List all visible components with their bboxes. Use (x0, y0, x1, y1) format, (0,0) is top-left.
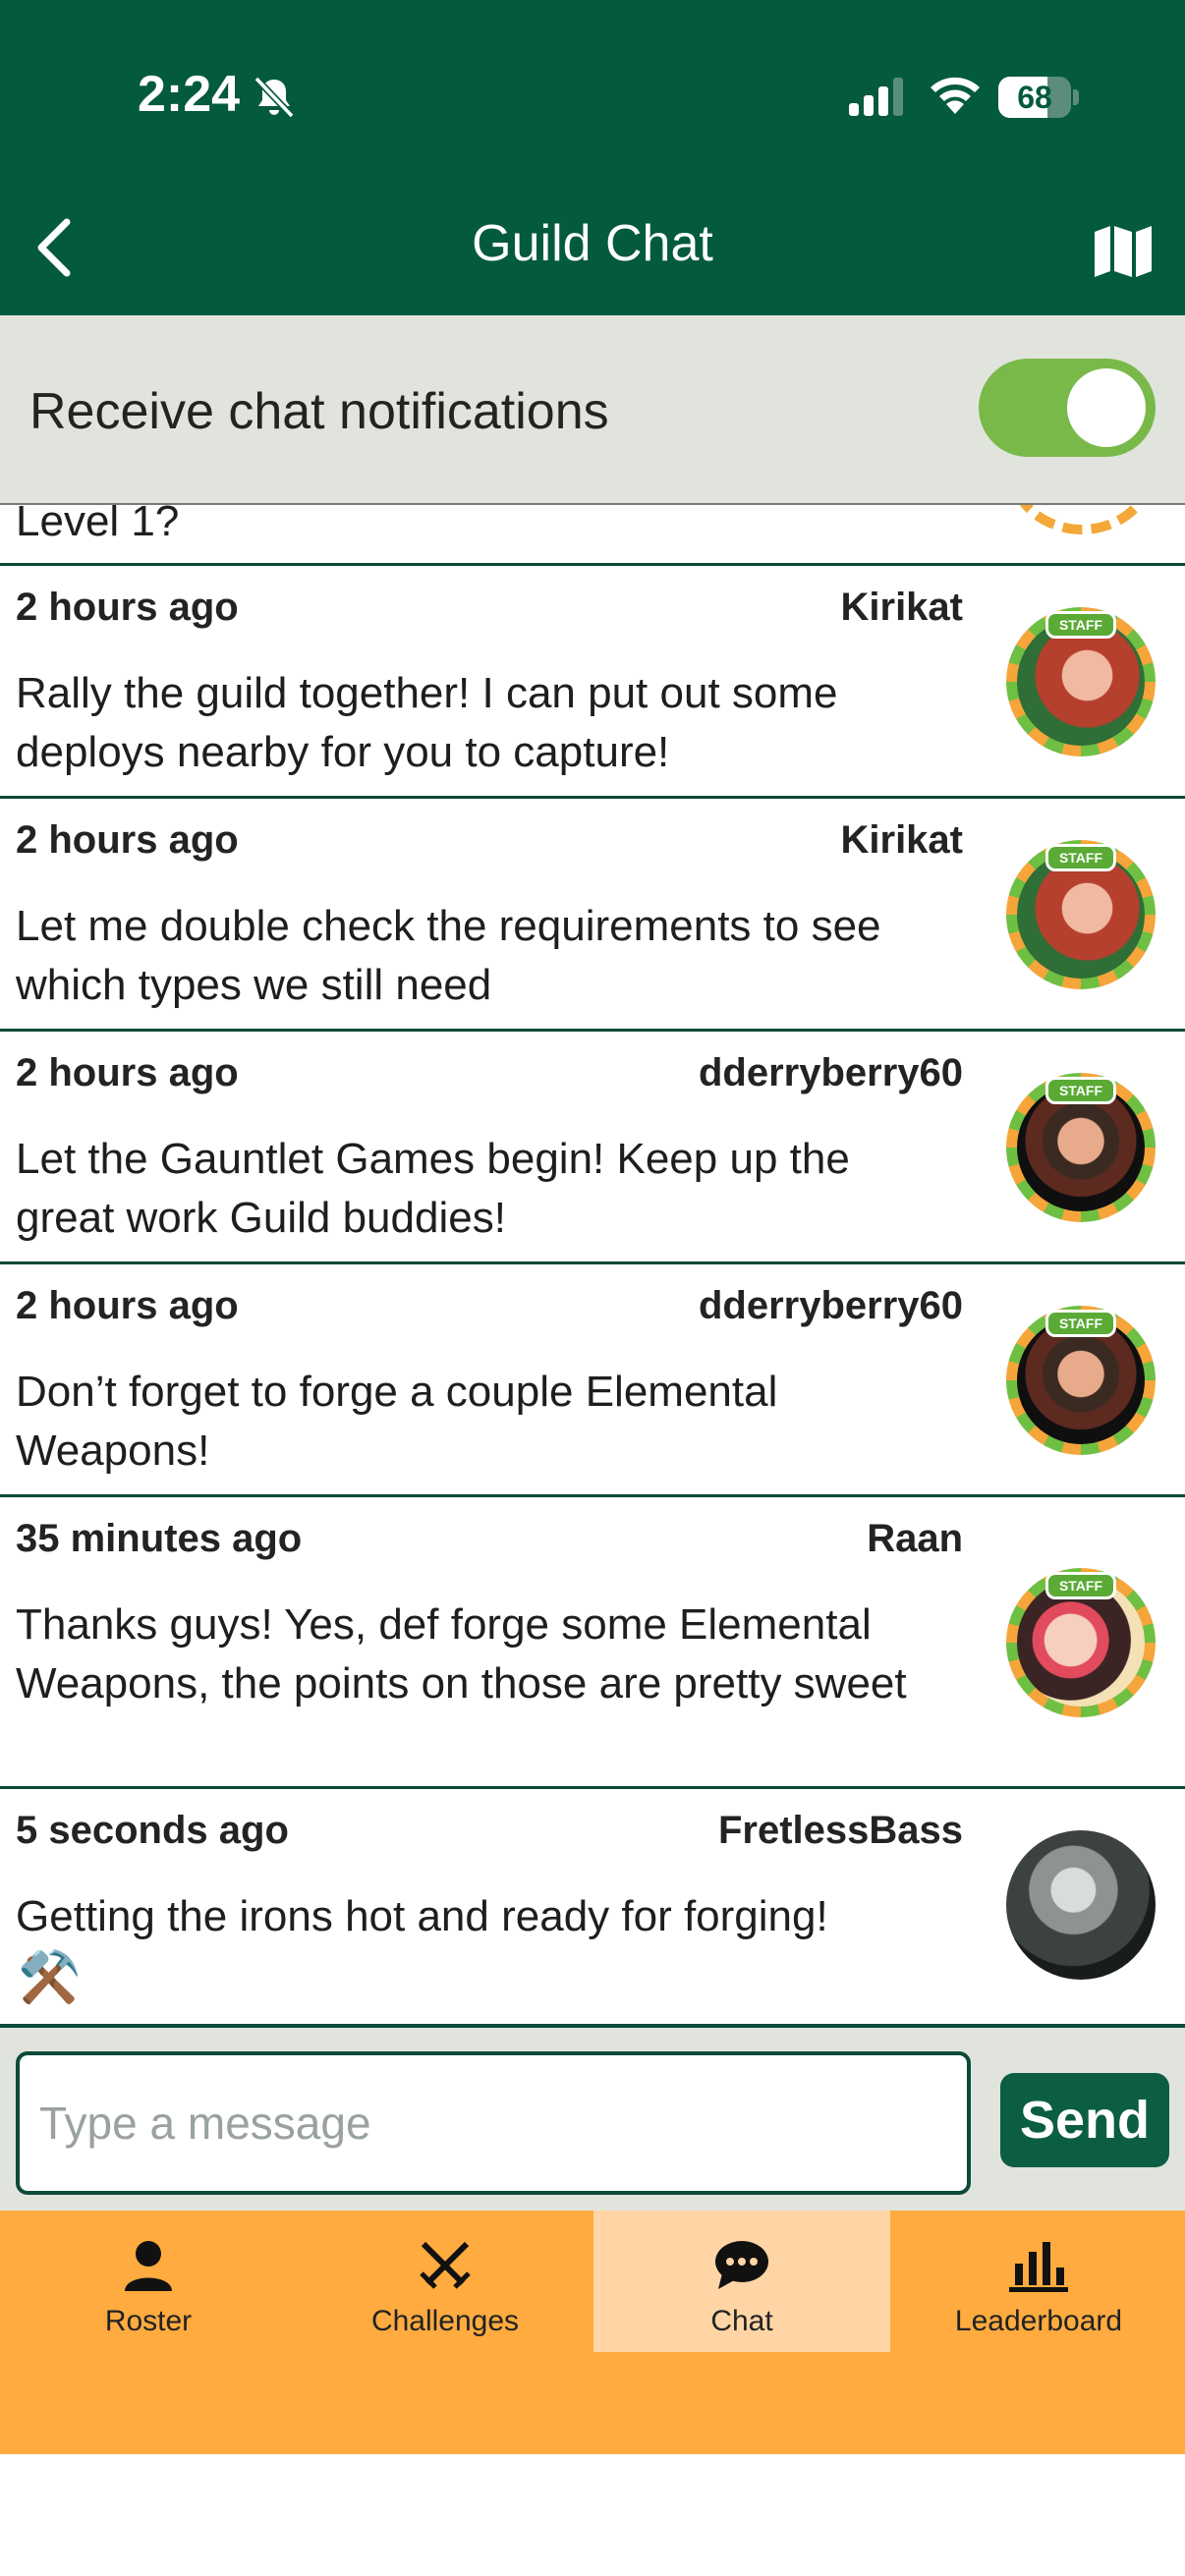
chat-message: 2 hours ago dderryberry60 Don’t forget t… (0, 1264, 1185, 1497)
staff-badge: STAFF (1045, 1310, 1116, 1337)
battery-indicator: 68 (998, 77, 1079, 118)
message-username[interactable]: Raan (867, 1517, 963, 1561)
message-timestamp: 2 hours ago (16, 1051, 239, 1094)
staff-badge: STAFF (1045, 1572, 1116, 1599)
list-item: Level 1? (0, 505, 1185, 566)
chat-bubble-icon (715, 2241, 768, 2289)
avatar[interactable]: STAFF (1006, 1306, 1156, 1455)
battery-percent: 68 (1017, 80, 1052, 115)
home-indicator-area (0, 2454, 1185, 2576)
chat-message: 5 seconds ago FretlessBass Getting the i… (0, 1789, 1185, 2024)
hammer-pick-icon: ⚒️ (18, 1949, 82, 2006)
tab-label: Chat (710, 2305, 773, 2337)
tab-label: Roster (104, 2305, 193, 2337)
chat-message: 2 hours ago Kirikat Rally the guild toge… (0, 566, 1185, 799)
avatar (1008, 505, 1156, 534)
wifi-icon (931, 77, 980, 114)
message-username[interactable]: FretlessBass (718, 1809, 963, 1853)
message-text: Thanks guys! Yes, def forge some Element… (16, 1600, 907, 1708)
chat-message: 35 minutes ago Raan Thanks guys! Yes, de… (0, 1497, 1185, 1789)
bottom-tab-bar: Roster Challenges Chat Leaderboard (0, 2211, 1185, 2454)
avatar[interactable]: STAFF (1006, 840, 1156, 989)
message-timestamp: 2 hours ago (16, 1284, 239, 1327)
message-text: Level 1? (16, 505, 180, 545)
staff-badge: STAFF (1045, 1077, 1116, 1104)
send-button[interactable]: Send (1000, 2073, 1169, 2167)
message-composer: Send (0, 2024, 1185, 2211)
avatar[interactable]: STAFF (1006, 1073, 1156, 1222)
chat-message: 2 hours ago dderryberry60 Let the Gauntl… (0, 1032, 1185, 1264)
toggle-knob (1067, 368, 1146, 447)
message-text: Don’t forget to forge a couple Elemental… (16, 1368, 778, 1475)
avatar[interactable]: STAFF (1006, 1568, 1156, 1717)
message-text: Getting the irons hot and ready for forg… (16, 1892, 828, 1940)
person-icon (125, 2241, 172, 2291)
message-timestamp: 2 hours ago (16, 586, 239, 629)
message-username[interactable]: dderryberry60 (699, 1284, 963, 1328)
tab-challenges[interactable]: Challenges (297, 2211, 593, 2352)
crossed-swords-icon (420, 2241, 471, 2289)
bell-muted-icon (254, 76, 295, 119)
message-text: Let me double check the requirements to … (16, 902, 881, 1009)
bar-chart-icon (1009, 2242, 1068, 2292)
tab-label: Leaderboard (954, 2305, 1123, 2337)
avatar[interactable] (1006, 1830, 1156, 1980)
notification-settings-bar: Receive chat notifications (0, 315, 1185, 505)
message-username[interactable]: Kirikat (841, 818, 964, 863)
notifications-label: Receive chat notifications (29, 383, 609, 440)
message-text: Let the Gauntlet Games begin! Keep up th… (16, 1135, 850, 1242)
app-header: 2:24 68 Guild Chat (0, 0, 1185, 315)
message-username[interactable]: Kirikat (841, 586, 964, 630)
chat-message-list[interactable]: Level 1? 2 hours ago Kirikat Rally the g… (0, 505, 1185, 2024)
avatar[interactable]: STAFF (1006, 607, 1156, 756)
message-timestamp: 2 hours ago (16, 818, 239, 862)
chat-message: 2 hours ago Kirikat Let me double check … (0, 799, 1185, 1032)
message-timestamp: 5 seconds ago (16, 1809, 289, 1852)
tab-chat[interactable]: Chat (593, 2211, 890, 2352)
notifications-toggle[interactable] (979, 359, 1156, 457)
message-username[interactable]: dderryberry60 (699, 1051, 963, 1095)
tab-roster[interactable]: Roster (0, 2211, 297, 2352)
tab-leaderboard[interactable]: Leaderboard (890, 2211, 1185, 2352)
staff-badge: STAFF (1045, 611, 1116, 639)
message-timestamp: 35 minutes ago (16, 1517, 303, 1560)
message-input[interactable] (16, 2051, 971, 2195)
message-text: Rally the guild together! I can put out … (16, 669, 838, 776)
page-title: Guild Chat (472, 215, 713, 272)
map-icon[interactable] (1093, 222, 1154, 277)
staff-badge: STAFF (1045, 844, 1116, 871)
status-time: 2:24 (138, 66, 241, 123)
tab-label: Challenges (370, 2305, 520, 2337)
cellular-signal-icon (849, 78, 903, 116)
